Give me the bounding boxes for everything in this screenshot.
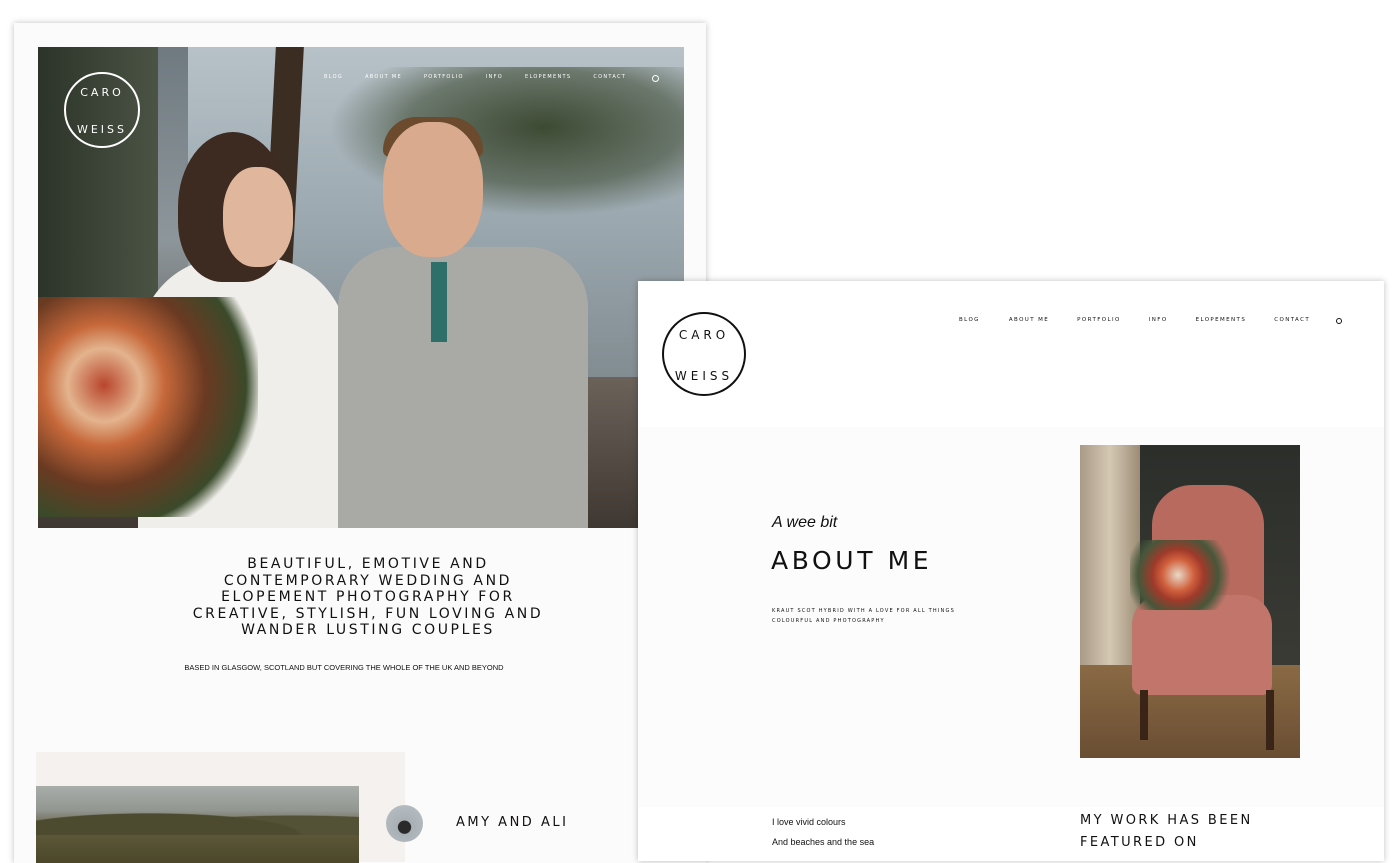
main-nav: BLOG ABOUT ME PORTFOLIO INFO ELOPEMENTS …	[324, 74, 648, 80]
site-logo[interactable]: CARO WEISS	[64, 72, 140, 148]
featured-heading: MY WORK HAS BEEN FEATURED ON	[1080, 813, 1253, 850]
nav-about-me[interactable]: ABOUT ME	[365, 74, 402, 80]
nav-info[interactable]: INFO	[1149, 317, 1168, 323]
likes-list: I love vivid colours And beaches and the…	[772, 812, 874, 852]
about-title: ABOUT ME	[771, 546, 933, 575]
about-page-screenshot: CARO WEISS BLOG ABOUT ME PORTFOLIO INFO …	[638, 281, 1384, 861]
like-item: I love vivid colours	[772, 817, 846, 827]
main-nav: BLOG ABOUT ME PORTFOLIO INFO ELOPEMENTS …	[959, 317, 1310, 323]
like-item: And beaches and the sea	[772, 837, 875, 847]
couple-avatar[interactable]	[386, 805, 423, 842]
tagline: BEAUTIFUL, EMOTIVE AND CONTEMPORARY WEDD…	[192, 556, 544, 638]
homepage-screenshot: CARO WEISS BLOG ABOUT ME PORTFOLIO INFO …	[14, 23, 706, 863]
nav-contact[interactable]: CONTACT	[593, 74, 626, 80]
about-subtitle: KRAUT SCOT HYBRID WITH A LOVE FOR ALL TH…	[772, 608, 955, 624]
nav-portfolio[interactable]: PORTFOLIO	[424, 74, 464, 80]
featured-couple-name[interactable]: AMY AND ALI	[456, 815, 568, 830]
nav-blog[interactable]: BLOG	[324, 74, 343, 80]
nav-elopements[interactable]: ELOPEMENTS	[1196, 317, 1247, 323]
search-icon[interactable]	[1336, 318, 1342, 324]
nav-about-me[interactable]: ABOUT ME	[1009, 317, 1049, 323]
about-kicker: A wee bit	[772, 514, 838, 531]
site-logo[interactable]: CARO WEISS	[662, 312, 746, 396]
search-icon[interactable]	[652, 75, 659, 82]
nav-contact[interactable]: CONTACT	[1274, 317, 1310, 323]
nav-blog[interactable]: BLOG	[959, 317, 980, 323]
armchair-bouquet-photo	[1080, 445, 1300, 758]
nav-elopements[interactable]: ELOPEMENTS	[525, 74, 571, 80]
nav-portfolio[interactable]: PORTFOLIO	[1077, 317, 1121, 323]
nav-info[interactable]: INFO	[486, 74, 503, 80]
location-text: BASED IN GLASGOW, SCOTLAND BUT COVERING …	[184, 663, 504, 672]
